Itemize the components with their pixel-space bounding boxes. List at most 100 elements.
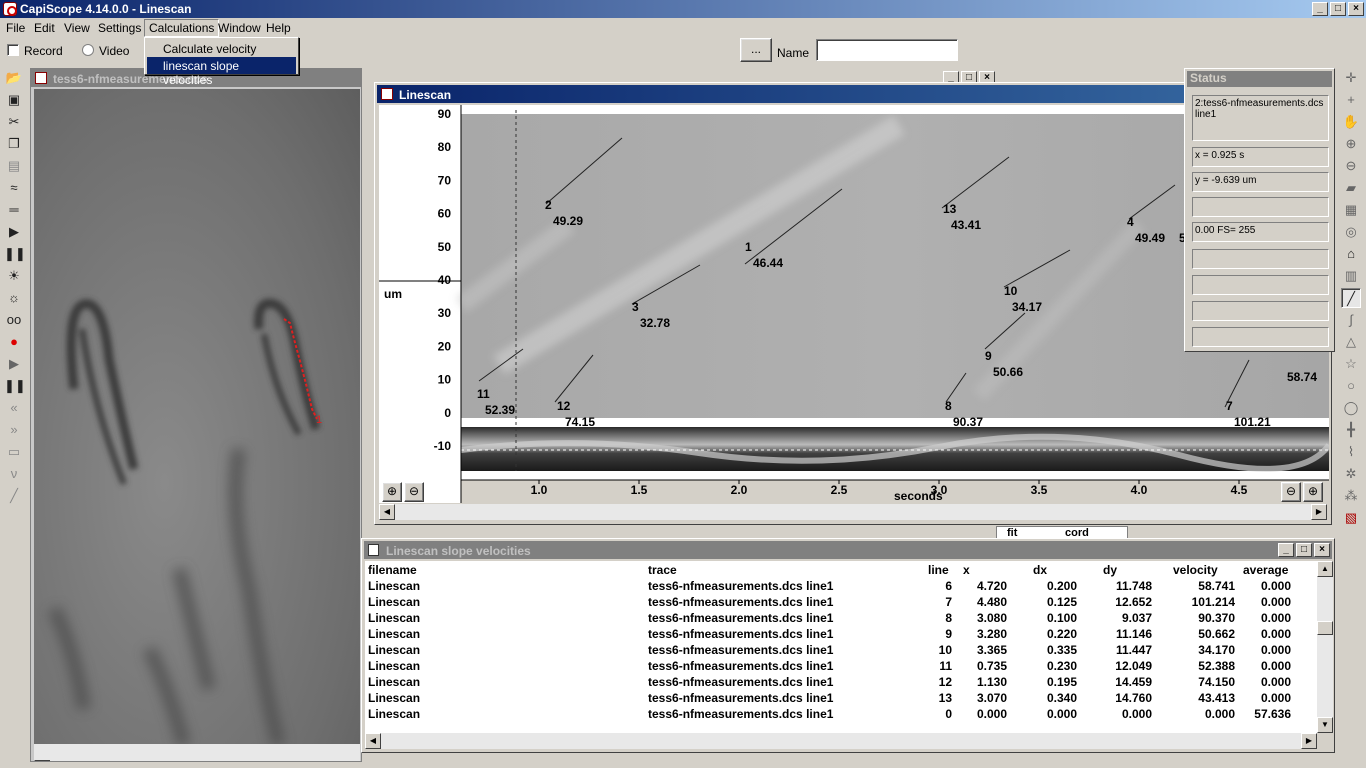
- zoom-in-icon[interactable]: ⊕: [1341, 134, 1361, 154]
- minimize-button[interactable]: _: [1312, 2, 1328, 16]
- zoom-in-plot-right-button[interactable]: ⊕: [1303, 482, 1323, 502]
- equals-icon[interactable]: ═: [4, 200, 24, 220]
- forward-icon[interactable]: »: [4, 420, 24, 440]
- curve-icon[interactable]: ∫: [1341, 310, 1361, 330]
- table-header[interactable]: average: [1243, 563, 1288, 577]
- save-icon[interactable]: ▣: [4, 90, 24, 110]
- zoom-out-plot-right-button[interactable]: ⊖: [1281, 482, 1301, 502]
- table-header[interactable]: filename: [368, 563, 417, 577]
- table-header[interactable]: line: [928, 563, 949, 577]
- linescan-hscrollbar[interactable]: ◀ ▶: [379, 504, 1327, 520]
- menu-window[interactable]: Window: [214, 21, 265, 35]
- table-header[interactable]: dy: [1103, 563, 1117, 577]
- capillary-image[interactable]: 1: [34, 89, 360, 745]
- table-header[interactable]: dx: [1033, 563, 1047, 577]
- table-header[interactable]: trace: [648, 563, 677, 577]
- table-cell: 14.760: [1115, 691, 1152, 705]
- status-title: Status: [1187, 71, 1332, 87]
- table-hscrollbar[interactable]: ◀ ▶: [365, 733, 1317, 749]
- menu-file[interactable]: File: [2, 21, 29, 35]
- video-radio[interactable]: [82, 44, 94, 56]
- hand-icon[interactable]: ✋: [1341, 112, 1361, 132]
- table-scroll-thumb[interactable]: [1317, 621, 1333, 635]
- freehand-icon[interactable]: ⌇: [1341, 442, 1361, 462]
- table-header[interactable]: x: [963, 563, 970, 577]
- menu-linescan-slope-velocities[interactable]: linescan slope velocities: [147, 57, 296, 87]
- capillary-shadow-4: [47, 605, 91, 711]
- polygon-icon[interactable]: △: [1341, 332, 1361, 352]
- table-cell: 0.100: [1046, 611, 1077, 625]
- linescan-scroll-right[interactable]: ▶: [1311, 504, 1327, 520]
- brightness-up-icon[interactable]: ☀: [4, 266, 24, 286]
- table-cell: 4.480: [976, 595, 1007, 609]
- capillary-loop-1: [66, 299, 139, 471]
- table-close-button[interactable]: ×: [1314, 543, 1330, 557]
- menu-edit[interactable]: Edit: [30, 21, 59, 35]
- table-vscrollbar[interactable]: ▲ ▼: [1317, 561, 1333, 733]
- paste-icon[interactable]: ▤: [4, 156, 24, 176]
- pause-icon[interactable]: ❚❚: [4, 244, 26, 264]
- plus-icon[interactable]: +: [1341, 90, 1361, 110]
- main-hscrollbar[interactable]: [34, 744, 360, 760]
- name-input[interactable]: [816, 39, 958, 61]
- table-cell: 0.340: [1046, 691, 1077, 705]
- pause-small-icon[interactable]: ❚❚: [4, 376, 26, 396]
- maximize-button[interactable]: □: [1330, 2, 1346, 16]
- table-cell: tess6-nfmeasurements.dcs line1: [648, 627, 834, 641]
- zoom-out-plot-button[interactable]: ⊖: [404, 482, 424, 502]
- play-icon[interactable]: ▶: [4, 222, 24, 242]
- wave-icon[interactable]: ≈: [4, 178, 24, 198]
- target-icon[interactable]: ◎: [1341, 222, 1361, 242]
- rewind-icon[interactable]: «: [4, 398, 24, 418]
- cut-icon[interactable]: ✂: [4, 112, 24, 132]
- table-minimize-button[interactable]: _: [1278, 543, 1294, 557]
- home-icon[interactable]: ⌂: [1341, 244, 1361, 264]
- linescan-scroll-left[interactable]: ◀: [379, 504, 395, 520]
- zoom-out-icon[interactable]: ⊖: [1341, 156, 1361, 176]
- close-button[interactable]: ×: [1348, 2, 1364, 16]
- cross-icon[interactable]: ╋: [1341, 420, 1361, 440]
- glasses-icon[interactable]: oo: [4, 310, 24, 330]
- table-scroll-down[interactable]: ▼: [1317, 717, 1333, 733]
- circle-icon[interactable]: ○: [1341, 376, 1361, 396]
- grid-icon[interactable]: ▦: [1341, 200, 1361, 220]
- export-icon[interactable]: ▧: [1341, 508, 1361, 528]
- copy-icon[interactable]: ❐: [4, 134, 24, 154]
- x-tick-label: 3.5: [1031, 483, 1048, 497]
- v-icon[interactable]: ν: [4, 464, 24, 484]
- table-scroll-right[interactable]: ▶: [1301, 733, 1317, 749]
- crosshair-icon[interactable]: ✛: [1341, 68, 1361, 88]
- play-small-icon[interactable]: ▶: [4, 354, 24, 374]
- table-header[interactable]: velocity: [1173, 563, 1218, 577]
- table-scroll-up[interactable]: ▲: [1317, 561, 1333, 577]
- slope-number: 11: [477, 387, 490, 401]
- line-tool-icon[interactable]: ╱: [4, 486, 24, 506]
- table-scroll-left[interactable]: ◀: [365, 733, 381, 749]
- star-icon[interactable]: ☆: [1341, 354, 1361, 374]
- menu-view[interactable]: View: [60, 21, 94, 35]
- menu-calculations[interactable]: Calculations: [144, 19, 220, 37]
- hatch-icon[interactable]: ▥: [1341, 266, 1361, 286]
- trace-marker: 1: [316, 414, 322, 426]
- browse-button[interactable]: ...: [740, 38, 772, 62]
- record-dot-icon[interactable]: ●: [4, 332, 24, 352]
- gear-icon[interactable]: ✲: [1341, 464, 1361, 484]
- menu-calculate-velocity[interactable]: Calculate velocity: [147, 40, 296, 57]
- scatter-icon[interactable]: ⁂: [1341, 486, 1361, 506]
- line-measure-icon[interactable]: ╱: [1341, 288, 1361, 308]
- zoom-in-plot-button[interactable]: ⊕: [382, 482, 402, 502]
- menu-help[interactable]: Help: [262, 21, 295, 35]
- ellipse-icon[interactable]: ◯: [1341, 398, 1361, 418]
- table-maximize-button[interactable]: □: [1296, 543, 1312, 557]
- record-checkbox[interactable]: [7, 44, 19, 56]
- menu-settings[interactable]: Settings: [94, 21, 145, 35]
- table-cell: 0: [945, 707, 952, 721]
- open-icon[interactable]: 📂: [4, 68, 24, 88]
- eraser-icon[interactable]: ▰: [1341, 178, 1361, 198]
- table-cell: 0.735: [976, 659, 1007, 673]
- table-cell: tess6-nfmeasurements.dcs line1: [648, 579, 834, 593]
- brightness-down-icon[interactable]: ☼: [4, 288, 24, 308]
- table-cell: tess6-nfmeasurements.dcs line1: [648, 643, 834, 657]
- status-line: line1: [1195, 109, 1217, 120]
- tape-icon[interactable]: ▭: [4, 442, 24, 462]
